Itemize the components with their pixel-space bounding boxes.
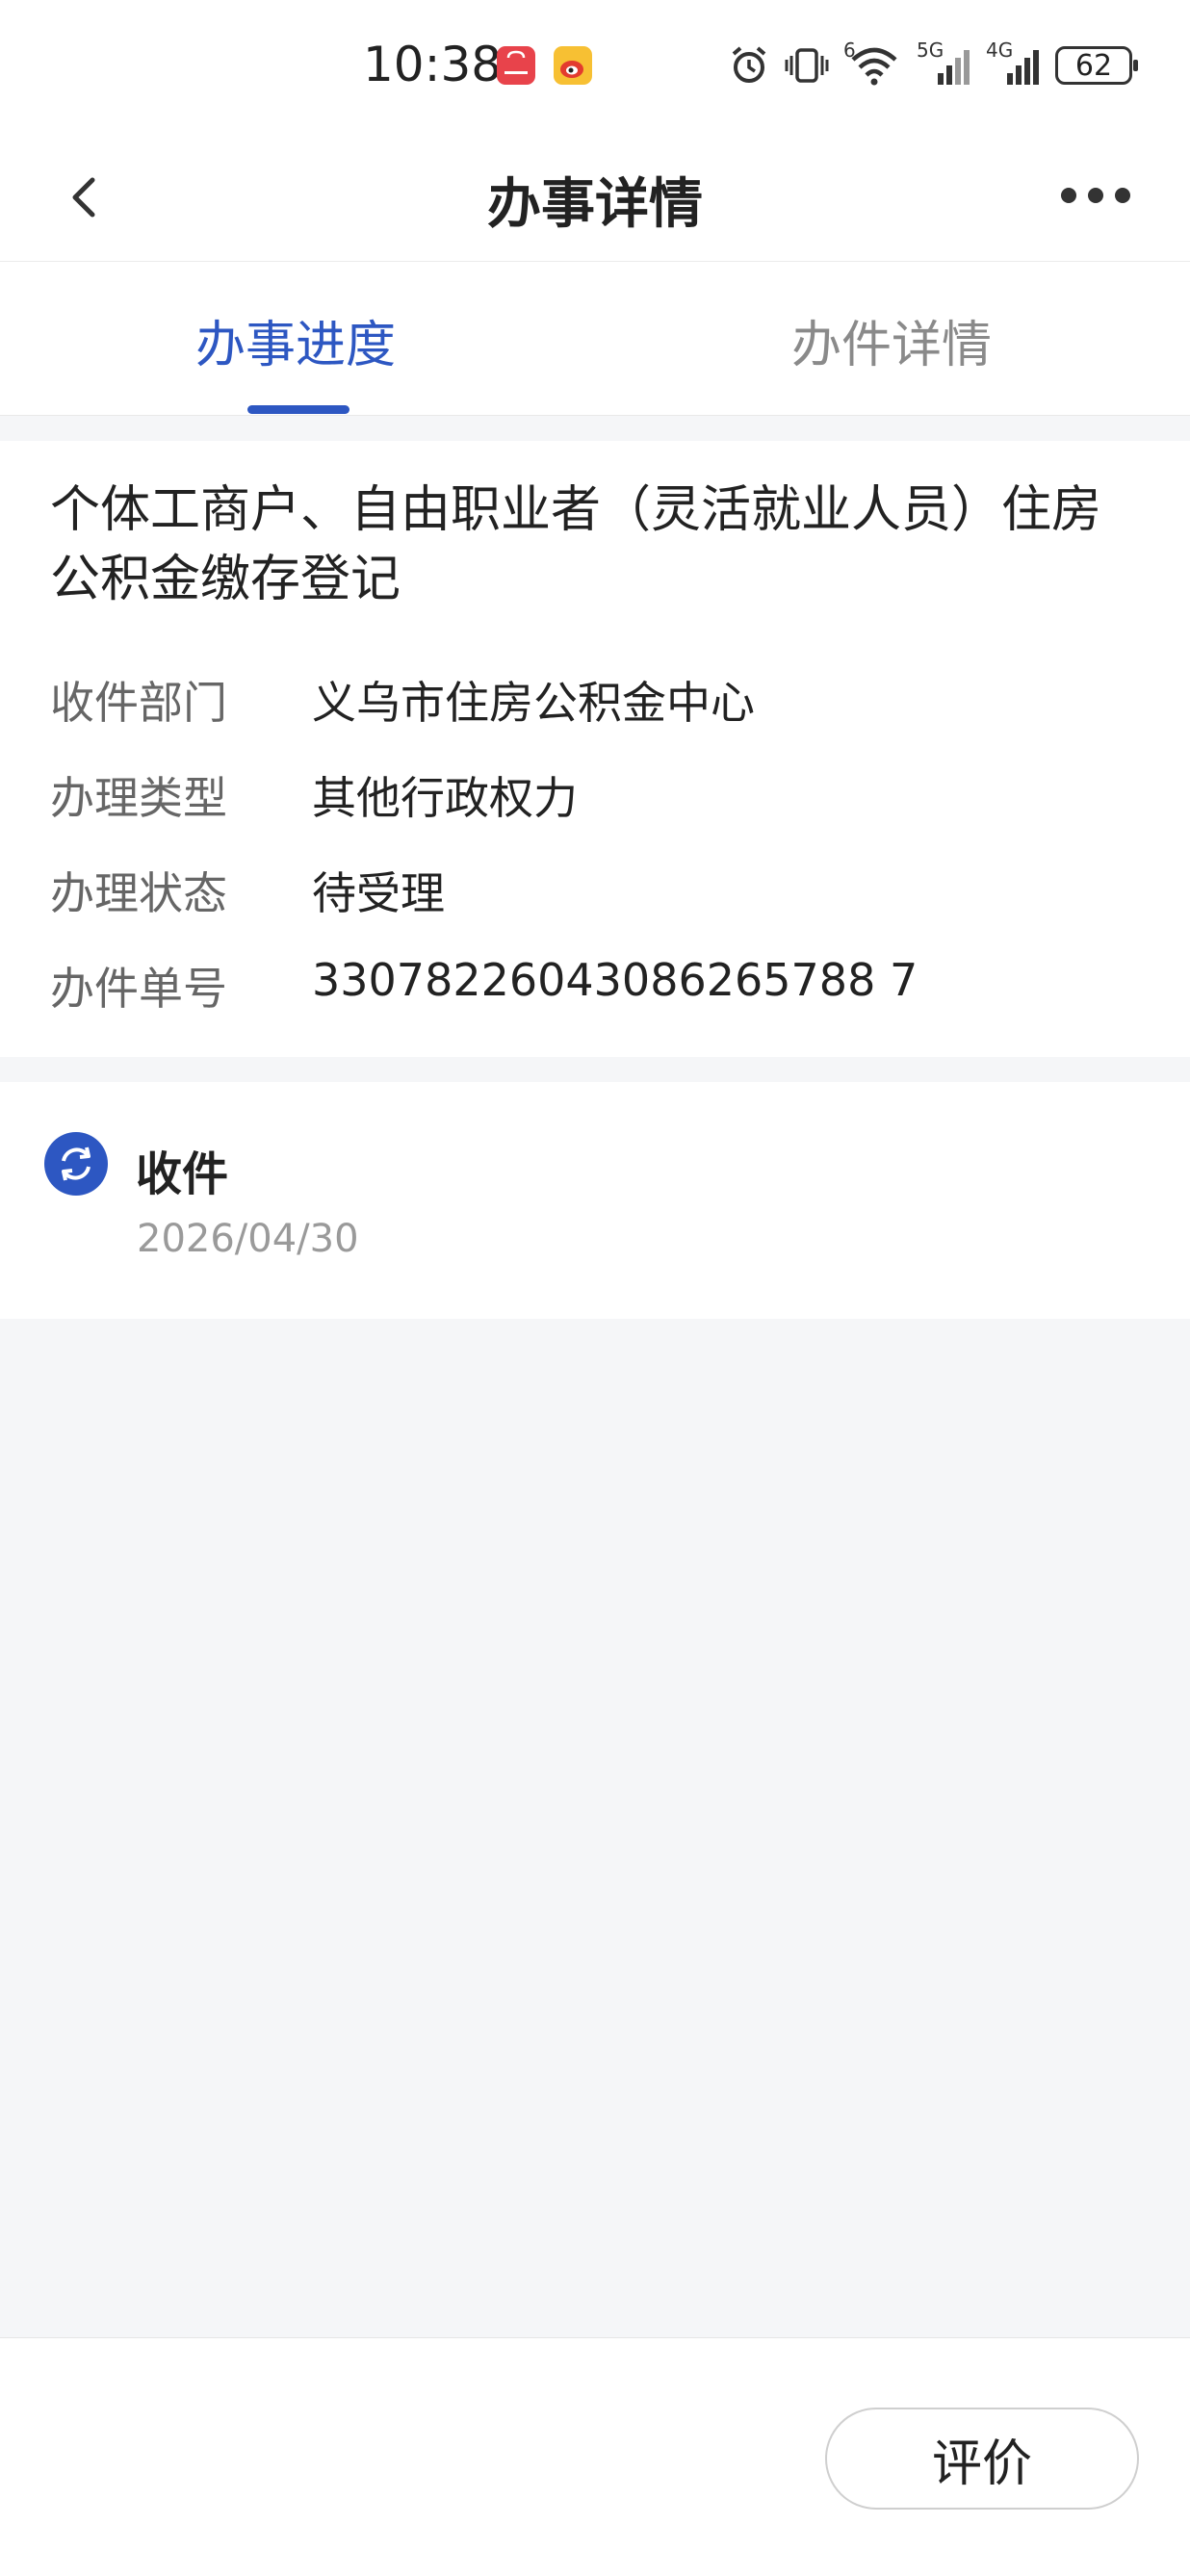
wifi-generation-label: 6 [843, 39, 856, 62]
status-icons: 6 5G 4G 62 [728, 39, 1138, 92]
info-value: 其他行政权力 [312, 772, 578, 824]
alarm-icon [732, 46, 766, 83]
tab-bar: 办事进度 办件详情 [0, 262, 1190, 416]
page-title: 办事详情 [487, 173, 703, 236]
weibo-icon [554, 46, 592, 85]
step-label: 收件 [136, 1147, 229, 1201]
info-label: 办理类型 [50, 772, 227, 824]
rate-button[interactable]: 评价 [825, 2408, 1139, 2510]
info-value: 待受理 [312, 867, 445, 919]
huawei-app-icon [497, 46, 535, 85]
info-label: 收件部门 [50, 677, 227, 729]
more-button[interactable] [1057, 176, 1134, 215]
status-bar: 10:38 6 5G 4G 62 [0, 0, 1190, 130]
step-date: 2026/04/30 [137, 1217, 359, 1261]
signal-icon: 4G [986, 39, 1042, 87]
refresh-icon [62, 1146, 91, 1181]
tab-progress[interactable]: 办事进度 [195, 304, 396, 376]
info-label: 办件单号 [50, 963, 227, 1015]
signal-4g-label: 4G [986, 39, 1014, 62]
battery-icon: 62 [1055, 46, 1138, 85]
item-title: 个体工商户、自由职业者（灵活就业人员）住房公积金缴存登记 [50, 481, 1102, 608]
info-card: 个体工商户、自由职业者（灵活就业人员）住房公积金缴存登记 收件部门 义乌市住房公… [0, 441, 1190, 1057]
tab-details[interactable]: 办件详情 [791, 304, 992, 376]
vibrate-icon [785, 48, 829, 83]
step-status-icon [44, 1132, 108, 1196]
status-time: 10:38 [363, 37, 503, 92]
more-icon [1061, 188, 1130, 203]
info-value: 33078226043086265788 7 [312, 954, 918, 1006]
nav-bar: 办事详情 [0, 130, 1190, 262]
wifi-icon: 6 [843, 39, 903, 87]
tab-indicator [247, 405, 349, 414]
signal-5g-label: 5G [917, 39, 944, 62]
progress-card: 收件 2026/04/30 [0, 1082, 1190, 1319]
battery-level: 62 [1074, 48, 1113, 83]
signal-icon: 5G [917, 39, 972, 87]
info-label: 办理状态 [50, 867, 227, 919]
info-value: 义乌市住房公积金中心 [312, 677, 755, 729]
bottom-bar: 评价 [0, 2337, 1190, 2576]
